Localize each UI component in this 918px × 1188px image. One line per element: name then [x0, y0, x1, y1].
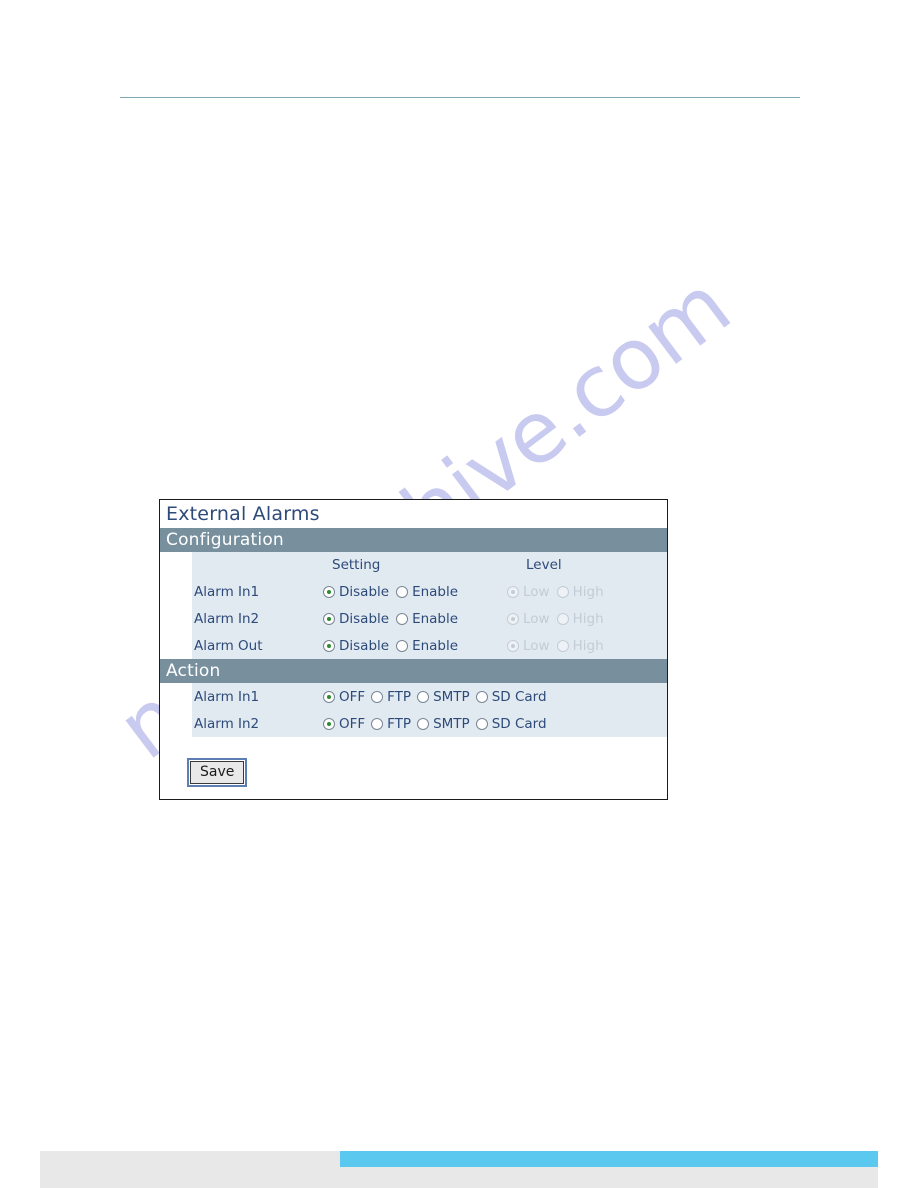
- table-row: Alarm In2 OFF FTP SMTP SD Card: [192, 710, 667, 737]
- action-group-alarm-in2: OFF FTP SMTP SD Card: [323, 716, 553, 732]
- radio-label: Disable: [339, 610, 390, 627]
- radio-option-enable[interactable]: Enable: [396, 584, 458, 600]
- radio-icon[interactable]: [323, 717, 335, 730]
- radio-label: SD Card: [491, 688, 547, 705]
- row-label-alarm-in2: Alarm In2: [194, 610, 260, 627]
- panel-spacer: [160, 737, 667, 755]
- action-group-alarm-in1: OFF FTP SMTP SD Card: [323, 689, 553, 705]
- configuration-column-headers: Setting Level: [192, 552, 667, 578]
- radio-option-smtp[interactable]: SMTP: [417, 716, 470, 732]
- radio-option-low: Low: [507, 638, 550, 654]
- level-group-alarm-in2: Low High: [507, 611, 611, 627]
- radio-icon: [556, 612, 569, 625]
- radio-label: Enable: [412, 610, 459, 627]
- radio-label: High: [572, 583, 604, 600]
- radio-option-enable[interactable]: Enable: [396, 638, 458, 654]
- level-group-alarm-in1: Low High: [507, 584, 611, 600]
- radio-option-off[interactable]: OFF: [323, 689, 365, 705]
- header-rule: [120, 97, 800, 98]
- radio-label: Low: [523, 610, 550, 627]
- radio-icon[interactable]: [323, 690, 335, 703]
- radio-icon[interactable]: [323, 585, 335, 598]
- radio-label: Enable: [412, 583, 459, 600]
- table-row: Alarm In2 Disable Enable Low High: [192, 605, 667, 632]
- table-row: Alarm Out Disable Enable Low High: [192, 632, 667, 659]
- radio-label: Disable: [339, 583, 390, 600]
- radio-label: OFF: [339, 688, 366, 705]
- panel-footer: Save: [160, 755, 667, 799]
- row-label-action-alarm-in1: Alarm In1: [194, 688, 260, 705]
- radio-label: SD Card: [491, 715, 547, 732]
- radio-option-ftp[interactable]: FTP: [371, 716, 411, 732]
- radio-option-high: High: [556, 583, 604, 600]
- radio-option-disable[interactable]: Disable: [323, 611, 389, 627]
- configuration-body: Setting Level Alarm In1 Disable Enable L…: [160, 552, 667, 659]
- radio-icon[interactable]: [396, 585, 409, 598]
- radio-option-smtp[interactable]: SMTP: [417, 689, 470, 705]
- radio-icon[interactable]: [371, 690, 384, 703]
- radio-option-disable[interactable]: Disable: [323, 638, 389, 654]
- radio-icon[interactable]: [371, 717, 384, 730]
- radio-icon: [507, 639, 519, 652]
- radio-icon[interactable]: [475, 717, 488, 730]
- radio-icon: [556, 639, 569, 652]
- table-row: Alarm In1 OFF FTP SMTP SD Card: [192, 683, 667, 710]
- radio-icon[interactable]: [475, 690, 488, 703]
- radio-option-high: High: [556, 637, 604, 654]
- radio-label: Low: [523, 583, 550, 600]
- setting-group-alarm-in2: Disable Enable: [323, 611, 507, 627]
- column-header-setting: Setting: [332, 557, 381, 573]
- radio-option-low: Low: [507, 584, 550, 600]
- radio-icon: [507, 585, 519, 598]
- radio-option-sd-card[interactable]: SD Card: [475, 688, 547, 705]
- footer-accent-bar: [340, 1151, 878, 1167]
- radio-option-disable[interactable]: Disable: [323, 584, 389, 600]
- radio-label: OFF: [339, 715, 366, 732]
- radio-label: FTP: [387, 715, 412, 732]
- save-button[interactable]: Save: [186, 758, 248, 787]
- radio-label: High: [572, 637, 604, 654]
- radio-option-high: High: [556, 610, 604, 627]
- radio-label: Enable: [412, 637, 459, 654]
- radio-label: Disable: [339, 637, 390, 654]
- section-header-configuration: Configuration: [160, 528, 667, 552]
- radio-option-low: Low: [507, 611, 550, 627]
- row-label-action-alarm-in2: Alarm In2: [194, 715, 260, 732]
- column-header-level: Level: [526, 557, 562, 573]
- radio-label: FTP: [387, 688, 412, 705]
- external-alarms-panel: External Alarms Configuration Setting Le…: [159, 499, 668, 800]
- radio-label: High: [572, 610, 604, 627]
- radio-icon[interactable]: [396, 612, 409, 625]
- radio-icon[interactable]: [417, 717, 430, 730]
- radio-label: SMTP: [433, 715, 470, 732]
- level-group-alarm-out: Low High: [507, 638, 611, 654]
- radio-option-ftp[interactable]: FTP: [371, 689, 411, 705]
- radio-option-off[interactable]: OFF: [323, 716, 365, 732]
- panel-title: External Alarms: [160, 500, 667, 528]
- radio-icon[interactable]: [323, 612, 335, 625]
- radio-label: Low: [523, 637, 550, 654]
- radio-icon[interactable]: [417, 690, 430, 703]
- radio-label: SMTP: [433, 688, 470, 705]
- radio-icon: [507, 612, 519, 625]
- row-label-alarm-out: Alarm Out: [194, 637, 263, 654]
- setting-group-alarm-out: Disable Enable: [323, 638, 507, 654]
- setting-group-alarm-in1: Disable Enable: [323, 584, 507, 600]
- radio-icon[interactable]: [323, 639, 335, 652]
- table-row: Alarm In1 Disable Enable Low High: [192, 578, 667, 605]
- row-label-alarm-in1: Alarm In1: [194, 583, 260, 600]
- radio-icon: [556, 585, 569, 598]
- radio-icon[interactable]: [396, 639, 409, 652]
- action-body: Alarm In1 OFF FTP SMTP SD Card Alarm In2…: [160, 683, 667, 737]
- radio-option-enable[interactable]: Enable: [396, 611, 458, 627]
- section-header-action: Action: [160, 659, 667, 683]
- radio-option-sd-card[interactable]: SD Card: [475, 715, 547, 732]
